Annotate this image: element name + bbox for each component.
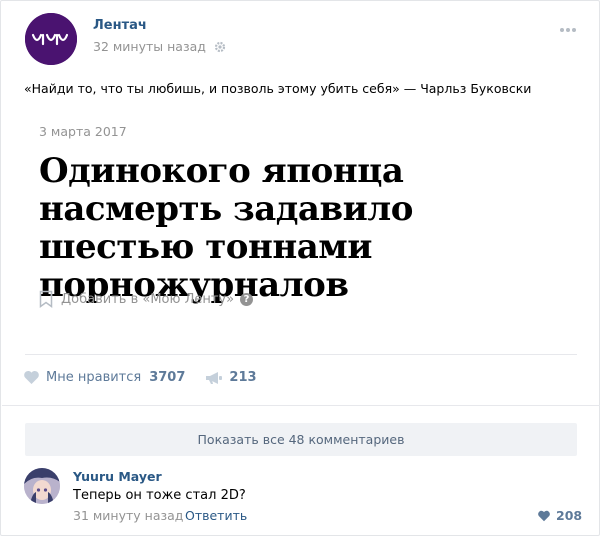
comment-like-button[interactable]: 208 — [537, 508, 582, 523]
article-date: 3 марта 2017 — [39, 124, 127, 139]
comment-author[interactable]: Yuuru Mayer — [73, 469, 162, 484]
brand-logo-icon — [25, 13, 77, 65]
gear-icon[interactable] — [214, 41, 226, 53]
comment-text: Теперь он тоже стал 2D? — [73, 488, 246, 503]
avatar-image — [24, 468, 60, 504]
article-card[interactable]: 3 марта 2017 Одинокого японца насмерть з… — [25, 104, 577, 355]
add-to-feed-label: Добавить в «Мою Ленту» — [61, 291, 235, 307]
community-avatar[interactable] — [25, 13, 77, 65]
share-count: 213 — [229, 370, 257, 385]
post-time-text[interactable]: 32 минуты назад — [93, 39, 206, 54]
show-all-comments-button[interactable]: Показать все 48 комментариев — [25, 423, 577, 456]
article-title[interactable]: Одинокого японца насмерть задавило шесть… — [39, 152, 569, 304]
heart-icon[interactable] — [23, 370, 40, 385]
add-to-feed-button[interactable]: Добавить в «Мою Ленту» ? — [39, 290, 254, 308]
share-button[interactable]: 213 — [205, 370, 257, 385]
megaphone-icon — [206, 371, 223, 384]
like-count[interactable]: 3707 — [149, 370, 185, 385]
heart-icon — [538, 510, 550, 521]
post-time: 32 минуты назад — [93, 39, 226, 54]
comment-avatar[interactable] — [24, 468, 60, 504]
comment-like-count: 208 — [556, 508, 583, 523]
post-actions: Мне нравится 3707 213 — [23, 370, 257, 385]
post-text: «Найди то, что ты любишь, и позволь этом… — [24, 81, 532, 96]
help-icon[interactable]: ? — [240, 292, 254, 306]
like-label[interactable]: Мне нравится — [46, 370, 141, 385]
bookmark-icon — [39, 290, 53, 308]
post-author[interactable]: Лентач — [93, 18, 147, 33]
post-card: Лентач 32 минуты назад «Найди то, что ты… — [0, 0, 600, 536]
divider — [2, 405, 600, 406]
reply-button[interactable]: Ответить — [185, 508, 247, 523]
comment-time[interactable]: 31 минуту назад — [73, 508, 183, 523]
more-dots-icon[interactable] — [559, 27, 577, 33]
